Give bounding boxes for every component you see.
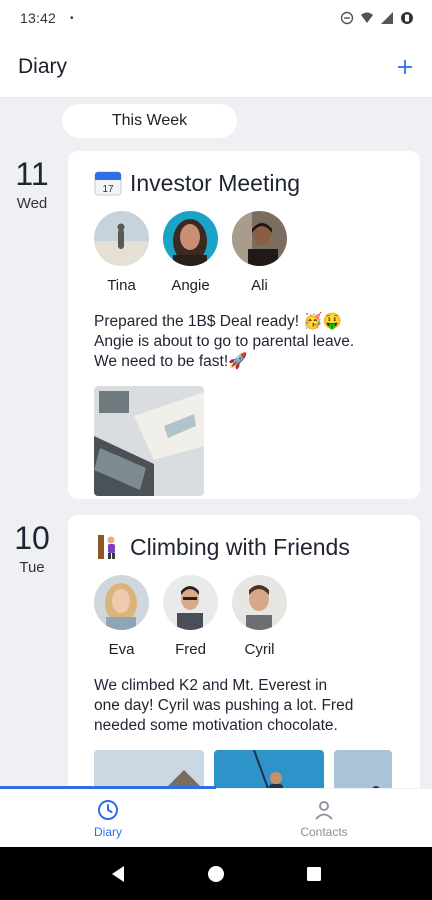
person-chip[interactable]: Ali — [232, 211, 287, 294]
note-line: needed some motivation chocolate. — [94, 717, 338, 734]
person-chip[interactable]: Eva — [94, 575, 149, 658]
signal-icon — [381, 12, 393, 24]
entry-photo[interactable] — [94, 386, 204, 496]
avatar — [163, 575, 218, 630]
status-bar: 13:42 • — [0, 0, 432, 36]
battery-icon — [401, 12, 413, 24]
people-list: Tina Angie Ali — [94, 211, 394, 294]
section-header-this-week: This Week — [62, 104, 237, 138]
tab-label: Contacts — [300, 824, 348, 839]
photo-strip — [94, 386, 394, 496]
person-icon — [315, 800, 333, 820]
avatar — [232, 575, 287, 630]
person-name: Cyril — [244, 641, 275, 658]
back-icon[interactable] — [110, 865, 126, 883]
entry-date: 11 Wed — [0, 156, 64, 212]
avatar — [163, 211, 218, 267]
bottom-nav: Diary Contacts — [0, 789, 432, 847]
person-chip[interactable]: Fred — [163, 575, 218, 658]
status-time: 13:42 — [20, 10, 57, 26]
entry-photo[interactable] — [334, 750, 392, 788]
person-name: Eva — [108, 641, 135, 658]
home-icon[interactable] — [207, 865, 225, 883]
person-chip[interactable]: Angie — [163, 211, 218, 294]
tab-diary[interactable]: Diary — [0, 789, 216, 847]
entry-photo[interactable] — [94, 750, 204, 788]
entry-note: Prepared the 1B$ Deal ready! 🥳🤑 Angie is… — [94, 312, 394, 372]
page-title: Diary — [18, 54, 68, 78]
entry-title: Climbing with Friends — [130, 533, 350, 560]
person-name: Angie — [171, 277, 210, 294]
day-name: Tue — [19, 559, 45, 576]
wifi-icon — [361, 12, 373, 23]
person-chip[interactable]: Cyril — [232, 575, 287, 658]
day-number: 10 — [14, 520, 50, 556]
status-icons — [340, 11, 414, 25]
calendar-emoji-icon: 17 — [94, 171, 122, 196]
tab-contacts[interactable]: Contacts — [216, 789, 432, 847]
climber-emoji-icon — [98, 535, 115, 559]
entry-photo[interactable] — [214, 750, 324, 788]
diary-list[interactable]: This Week 11 Wed 17 Investor Meeting Tin… — [0, 98, 432, 788]
note-line: We climbed K2 and Mt. Everest in — [94, 677, 328, 694]
day-number: 11 — [15, 156, 49, 192]
person-name: Tina — [107, 277, 136, 294]
clock-icon — [98, 799, 118, 820]
add-entry-button[interactable] — [396, 54, 414, 80]
recents-icon[interactable] — [306, 866, 322, 882]
notification-dot: • — [70, 12, 74, 24]
entry-note: We climbed K2 and Mt. Everest in one day… — [94, 676, 394, 736]
entry-title-row: Climbing with Friends — [94, 533, 394, 561]
person-chip[interactable]: Tina — [94, 211, 149, 294]
photo-strip — [94, 750, 394, 788]
app-bar: Diary — [0, 36, 432, 98]
entry-title: Investor Meeting — [130, 169, 301, 196]
diary-entry-card[interactable]: 17 Investor Meeting Tina Angie Ali Prepa… — [68, 151, 420, 499]
note-line: one day! Cyril was pushing a lot. Fred — [94, 697, 354, 714]
plus-icon — [398, 59, 412, 74]
system-nav-bar — [0, 847, 432, 900]
note-line: We need to be fast!🚀 — [94, 353, 248, 370]
diary-entry-card[interactable]: Climbing with Friends Eva Fred Cyril We … — [68, 515, 420, 788]
note-line: Prepared the 1B$ Deal ready! 🥳🤑 — [94, 313, 342, 330]
entry-title-row: 17 Investor Meeting — [94, 169, 394, 197]
note-line: Angie is about to go to parental leave. — [94, 333, 355, 350]
person-name: Ali — [251, 277, 268, 294]
tab-label: Diary — [93, 824, 122, 839]
avatar — [94, 575, 149, 630]
entry-date: 10 Tue — [0, 520, 64, 576]
day-name: Wed — [16, 195, 48, 212]
avatar — [232, 211, 287, 266]
do-not-disturb-icon — [340, 11, 354, 25]
people-list: Eva Fred Cyril — [94, 575, 394, 658]
svg-text:17: 17 — [102, 184, 114, 195]
person-name: Fred — [175, 641, 206, 658]
avatar — [94, 211, 149, 266]
